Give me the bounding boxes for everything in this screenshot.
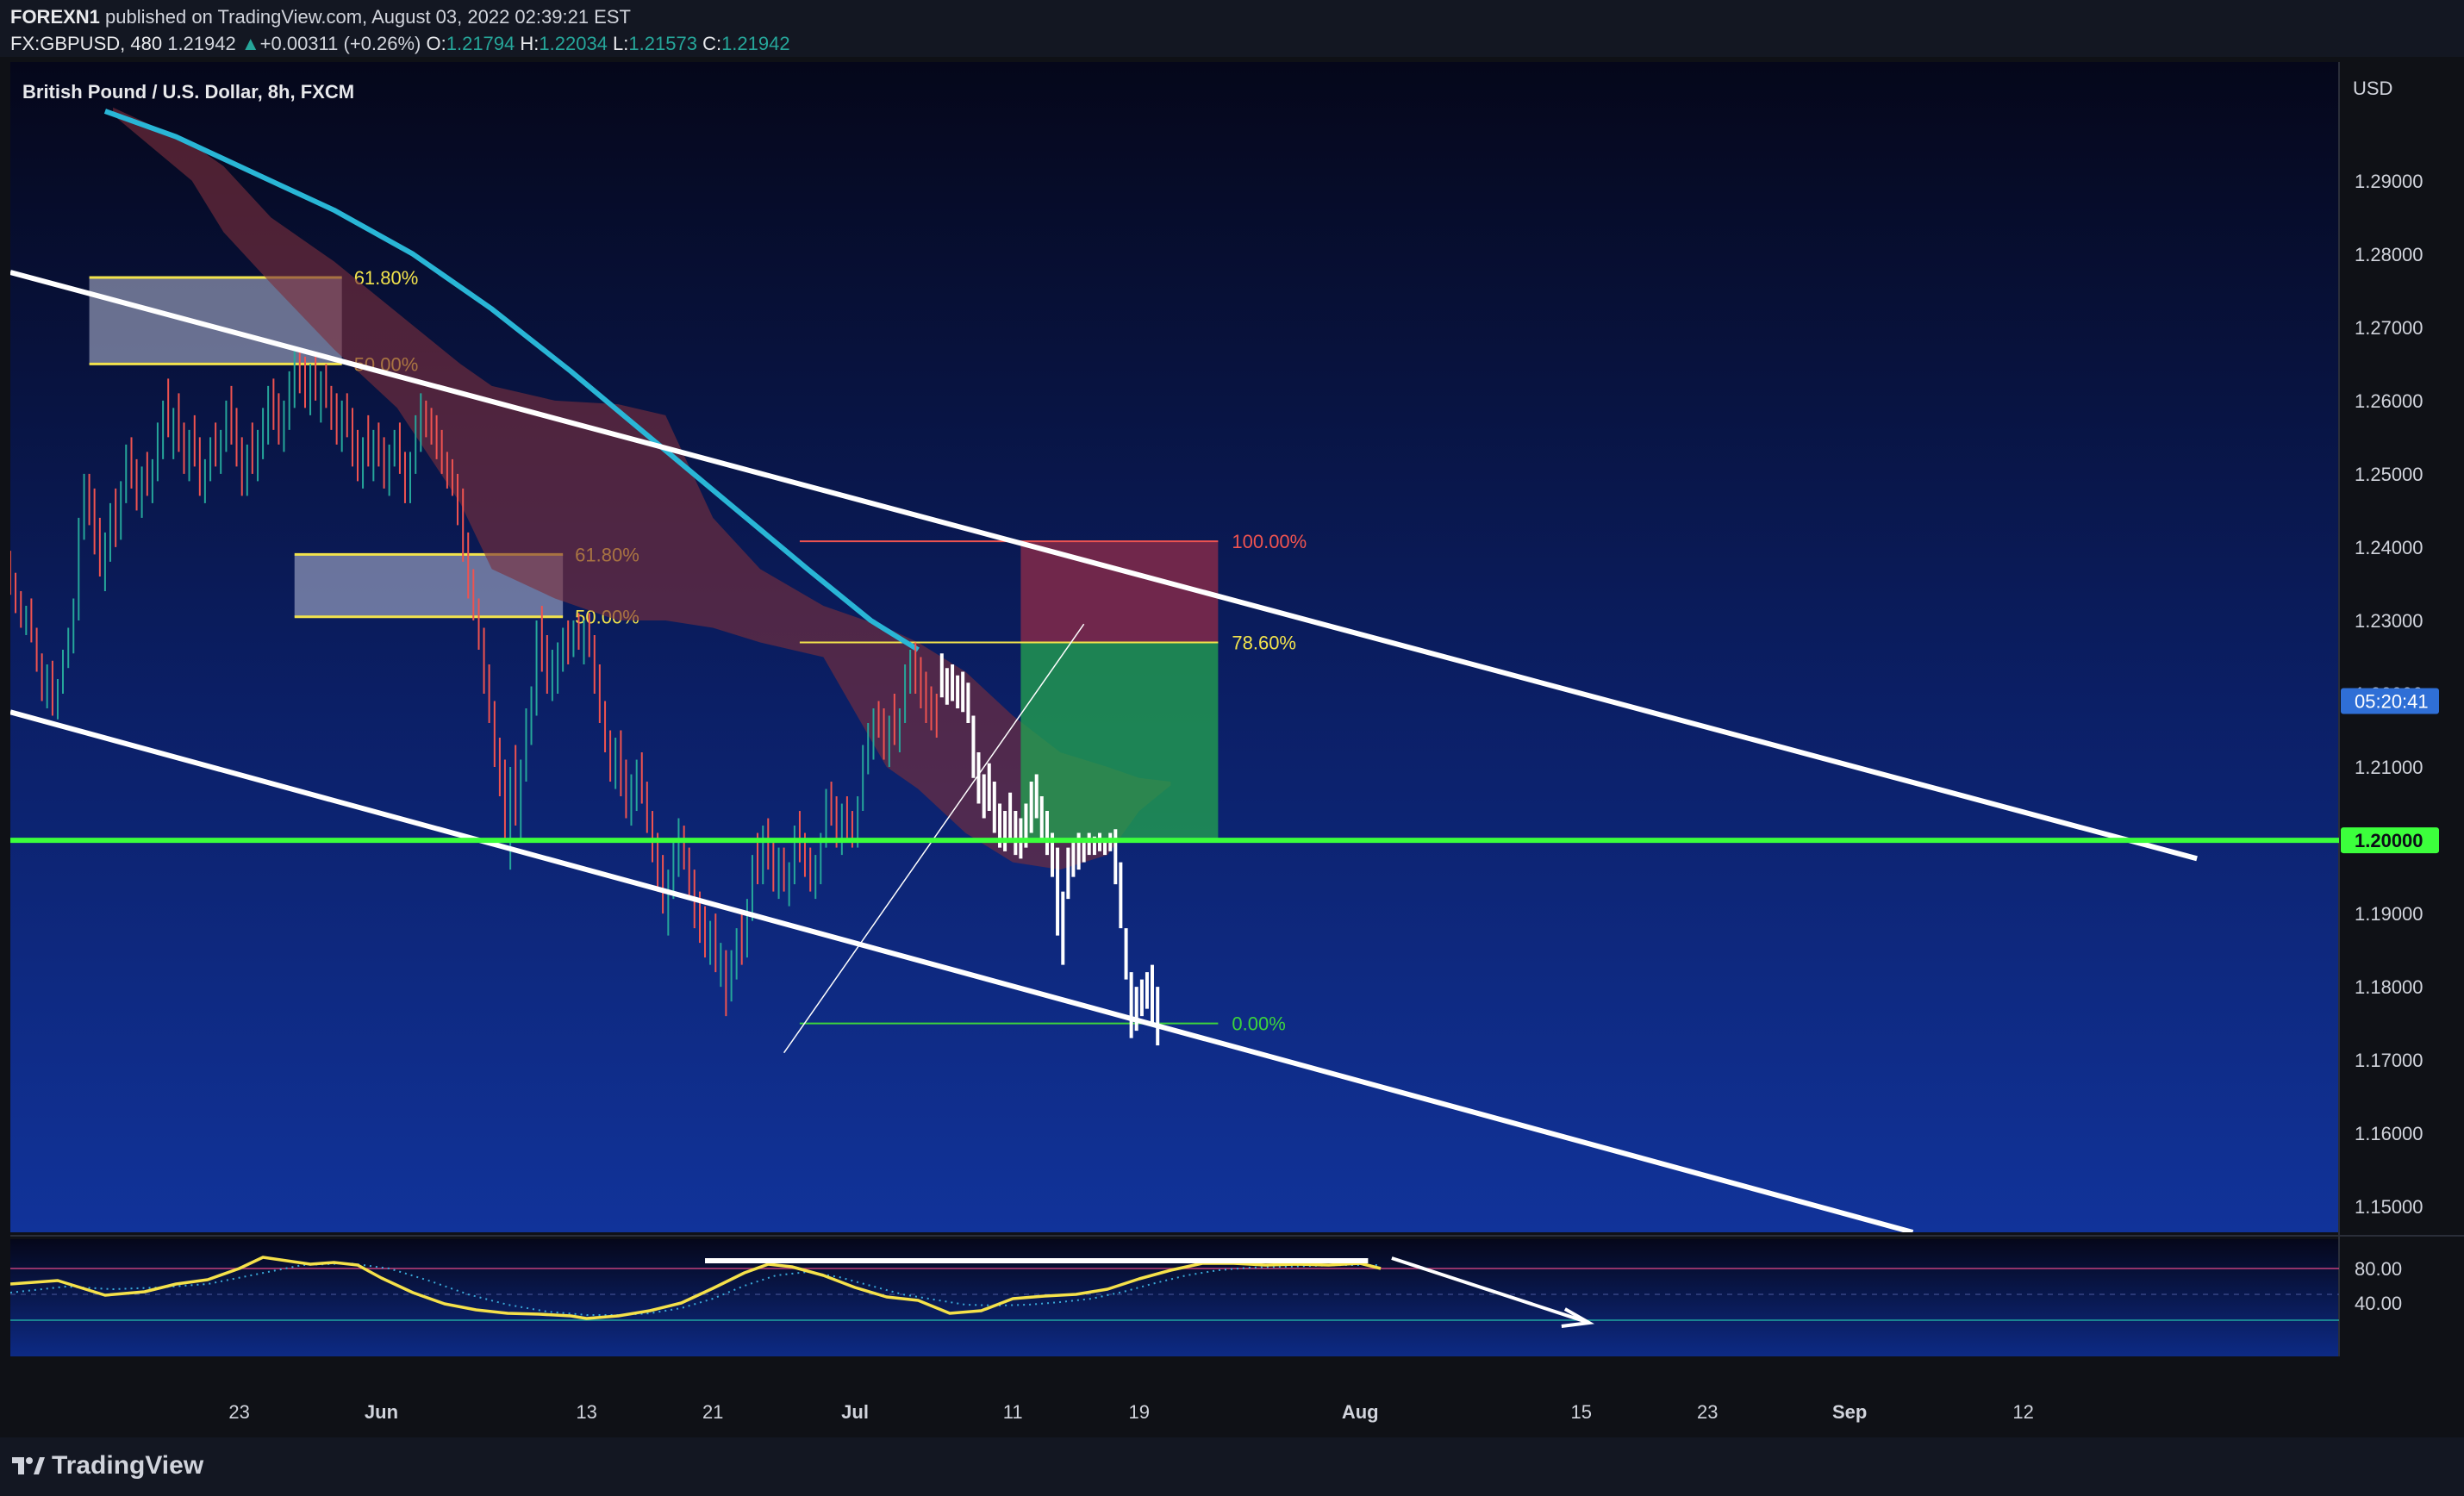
price-axis-tick: 1.29000 [2355, 171, 2423, 192]
quote-line: FX:GBPUSD, 480 1.21942 ▲+0.00311 (+0.26%… [10, 33, 790, 55]
price-axis-tick: 1.15000 [2355, 1196, 2423, 1218]
time-axis-tick: 13 [576, 1401, 596, 1423]
time-axis-tick: 23 [1697, 1401, 1718, 1423]
open-label: O: [426, 33, 446, 54]
price-axis-tick: 1.24000 [2355, 537, 2423, 558]
price-axis-tick: 1.16000 [2355, 1123, 2423, 1144]
price-axis-tick: 1.23000 [2355, 610, 2423, 632]
price-axis-tick: 1.28000 [2355, 244, 2423, 265]
price-axis-tick: 1.18000 [2355, 976, 2423, 998]
author-name[interactable]: FOREXN1 [10, 6, 100, 28]
oscillator-axis-tick: 80.00 [2355, 1258, 2402, 1280]
close-value: 1.21942 [721, 33, 790, 54]
last-price: 1.21942 [167, 33, 236, 54]
low-label: L: [613, 33, 629, 54]
fib-level-label: 100.00% [1232, 531, 1307, 552]
published-text: published on TradingView.com, August 03,… [105, 6, 631, 28]
time-axis-tick: Jul [841, 1401, 869, 1423]
tradingview-logo-text: TradingView [52, 1451, 204, 1480]
chart-title: British Pound / U.S. Dollar, 8h, FXCM [22, 81, 354, 103]
fib-level-label: 78.60% [1232, 632, 1296, 653]
tradingview-logo[interactable]: TradingView [10, 1451, 203, 1480]
oscillator-axis-tick: 40.00 [2355, 1293, 2402, 1314]
price-axis-tick: 1.26000 [2355, 390, 2423, 412]
time-axis-tick: Aug [1342, 1401, 1379, 1423]
chart-header: FOREXN1 published on TradingView.com, Au… [0, 0, 2464, 57]
oscillator-pane-background [10, 1239, 2339, 1356]
key-level-badge-text: 1.20000 [2355, 830, 2423, 851]
time-axis-tick: 21 [702, 1401, 723, 1423]
price-axis-tick: 1.19000 [2355, 903, 2423, 925]
time-axis-tick: 15 [1570, 1401, 1591, 1423]
time-axis-tick: 23 [228, 1401, 249, 1423]
publish-info: FOREXN1 published on TradingView.com, Au… [10, 6, 631, 28]
low-value: 1.21573 [628, 33, 697, 54]
time-axis-tick: 19 [1129, 1401, 1150, 1423]
close-label: C: [702, 33, 722, 54]
change-arrow-icon: ▲ [240, 33, 260, 54]
chart-canvas[interactable]: 61.80%50.00%61.80%50.00%100.00%78.60%0.0… [0, 57, 2464, 1437]
position-stop-zone[interactable] [1020, 541, 1219, 643]
fib-level-label: 0.00% [1232, 1013, 1285, 1035]
symbol-label[interactable]: FX:GBPUSD, 480 [10, 33, 162, 54]
open-value: 1.21794 [446, 33, 515, 54]
time-axis-tick: 11 [1003, 1401, 1023, 1423]
price-change: +0.00311 (+0.26%) [259, 33, 421, 54]
currency-label: USD [2353, 78, 2392, 99]
countdown-text: 05:20:41 [2355, 691, 2429, 713]
price-axis-tick: 1.25000 [2355, 464, 2423, 485]
price-axis-tick: 1.17000 [2355, 1050, 2423, 1071]
time-axis-tick: Jun [365, 1401, 398, 1423]
chart-footer: TradingView [0, 1437, 2464, 1496]
time-axis-tick: 12 [2012, 1401, 2033, 1423]
price-axis-tick: 1.21000 [2355, 757, 2423, 778]
price-axis-tick: 1.27000 [2355, 317, 2423, 339]
high-value: 1.22034 [539, 33, 608, 54]
high-label: H: [520, 33, 540, 54]
time-axis-tick: Sep [1832, 1401, 1867, 1423]
tradingview-logo-icon [12, 1457, 45, 1474]
